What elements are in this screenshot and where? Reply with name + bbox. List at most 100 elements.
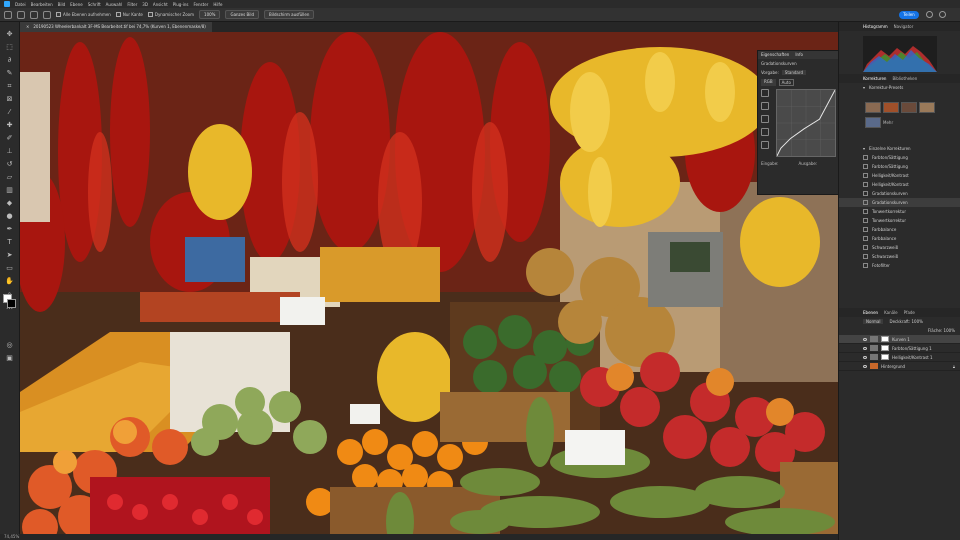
menu-window[interactable]: Fenster [193,2,208,7]
info-tab[interactable]: Info [795,51,803,59]
layer-mask-thumbnail[interactable] [881,354,889,360]
layer-row[interactable]: Farbton/Sättigung 1 [839,344,960,353]
preset-thumbnail[interactable] [865,102,881,113]
clone-stamp-tool-icon[interactable]: ⊥ [4,145,16,157]
curves-graph[interactable] [776,89,836,157]
menu-filter[interactable]: Filter [127,2,137,7]
zoom-status[interactable]: 74,45% [4,534,19,539]
channel-select[interactable]: RGB [761,79,776,86]
white-point-eyedropper-icon[interactable] [761,128,769,136]
adjustment-item[interactable]: Tonwertkorrektur [839,216,960,225]
adjustment-item[interactable]: Helligkeit/Kontrast [839,171,960,180]
workspace-icon[interactable] [939,11,946,18]
adjustment-item[interactable]: Fotofilter [839,261,960,270]
preset-thumbnail[interactable] [865,117,881,128]
properties-tab[interactable]: Eigenschaften [761,51,789,59]
adjustments-tab[interactable]: Korrekturen [863,76,886,81]
adjustment-item[interactable]: Tonwertkorrektur [839,207,960,216]
layer-row[interactable]: Helligkeit/Kontrast 1 [839,353,960,362]
hand-tool-icon[interactable]: ✋ [4,275,16,287]
on-image-adjust-icon[interactable] [761,89,769,97]
fill-field[interactable]: Fläche: 100% [928,328,955,333]
zoom-out-icon[interactable] [43,10,51,19]
quick-select-tool-icon[interactable]: ✎ [4,67,16,79]
zoom-100-button[interactable]: 100% [199,10,221,19]
menu-help[interactable]: Hilfe [213,2,222,7]
gray-point-eyedropper-icon[interactable] [761,115,769,123]
menu-3d[interactable]: 3D [142,2,148,7]
paths-tab[interactable]: Pfade [904,310,915,315]
document-canvas[interactable] [20,32,838,534]
brush-tool-icon[interactable]: ✐ [4,132,16,144]
adjustment-item[interactable]: Helligkeit/Kontrast [839,180,960,189]
menu-type[interactable]: Schrift [88,2,101,7]
shape-tool-icon[interactable]: ▭ [4,262,16,274]
black-point-eyedropper-icon[interactable] [761,102,769,110]
path-select-tool-icon[interactable]: ➤ [4,249,16,261]
menu-layer[interactable]: Ebene [70,2,83,7]
healing-brush-tool-icon[interactable]: ✚ [4,119,16,131]
histogram-tab[interactable]: Histogramm [863,24,888,29]
hard-edge-checkbox[interactable]: Nur Kante [115,12,143,17]
preset-thumbnail[interactable] [883,102,899,113]
document-tab[interactable]: × 20190523 Wheelerbankalt 3F-MS Bearbeit… [20,22,212,32]
fill-screen-button[interactable]: Bildschirm ausfüllen [263,10,315,19]
layer-mask-thumbnail[interactable] [881,336,889,342]
layer-row[interactable]: Kurven 1 [839,335,960,344]
move-tool-icon[interactable]: ✥ [4,28,16,40]
adjustment-item[interactable]: Gradationskurven [839,189,960,198]
quick-mask-icon[interactable]: ◎ [4,339,16,351]
layers-tab[interactable]: Ebenen [863,310,878,315]
preset-thumbnail[interactable] [919,102,935,113]
menu-file[interactable]: Datei [15,2,26,7]
adjustment-item[interactable]: Farbton/Sättigung [839,162,960,171]
pen-tool-icon[interactable]: ✒ [4,223,16,235]
visibility-eye-icon[interactable] [863,337,867,341]
dynamic-zoom-checkbox[interactable]: Dynamischer Zoom [147,12,194,17]
blend-mode-select[interactable]: Normal [863,319,884,324]
history-brush-tool-icon[interactable]: ↺ [4,158,16,170]
libraries-tab[interactable]: Bibliotheken [892,76,917,81]
zoom-in-icon[interactable] [30,10,38,19]
type-tool-icon[interactable]: T [4,236,16,248]
share-button[interactable]: Teilen [899,11,919,19]
navigator-tab[interactable]: Navigator [894,24,914,29]
opacity-field[interactable]: Deckkraft: 100% [889,319,922,324]
preset-thumbnail[interactable] [901,102,917,113]
adjustment-item[interactable]: Schwarzweiß [839,243,960,252]
single-adjustments-header[interactable]: ▾ Einzelne Korrekturen [839,144,960,153]
background-color-swatch[interactable] [7,299,16,308]
visibility-eye-icon[interactable] [863,364,867,368]
menu-plugins[interactable]: Plug-ins [173,2,189,7]
dodge-tool-icon[interactable]: ● [4,210,16,222]
menu-edit[interactable]: Bearbeiten [31,2,53,7]
visibility-eye-icon[interactable] [863,346,867,350]
adjustment-item[interactable]: Schwarzweiß [839,252,960,261]
crop-tool-icon[interactable]: ⌗ [4,80,16,92]
menu-select[interactable]: Auswahl [106,2,123,7]
lasso-tool-icon[interactable]: ∂ [4,54,16,66]
photoshop-logo-icon[interactable] [4,1,10,7]
adjustment-item[interactable]: Farbbalance [839,225,960,234]
adjustment-item[interactable]: Farbton/Sättigung [839,153,960,162]
search-icon[interactable] [926,11,933,18]
menu-view[interactable]: Ansicht [153,2,168,7]
layer-mask-thumbnail[interactable] [881,345,889,351]
visibility-eye-icon[interactable] [863,355,867,359]
home-icon[interactable] [4,10,12,19]
sample-all-layers-checkbox[interactable]: Alle Ebenen aufnehmen [56,12,111,17]
close-icon[interactable]: × [26,22,29,32]
adjustment-item[interactable]: Farbbalance [839,234,960,243]
marquee-tool-icon[interactable]: ⬚ [4,41,16,53]
zoom-tool-icon[interactable] [17,10,25,19]
eraser-tool-icon[interactable]: ▱ [4,171,16,183]
eyedropper-tool-icon[interactable]: ⁄ [4,106,16,118]
adjustment-presets-header[interactable]: ▾ Korrektur-Presets [839,83,960,92]
menu-image[interactable]: Bild [58,2,66,7]
layer-row[interactable]: Hintergrund 🔒︎ [839,362,960,371]
fit-screen-button[interactable]: Ganzes Bild [225,10,259,19]
screen-mode-icon[interactable]: ▣ [4,352,16,364]
channels-tab[interactable]: Kanäle [884,310,898,315]
curve-pencil-icon[interactable] [761,141,769,149]
gradient-tool-icon[interactable]: ▥ [4,184,16,196]
